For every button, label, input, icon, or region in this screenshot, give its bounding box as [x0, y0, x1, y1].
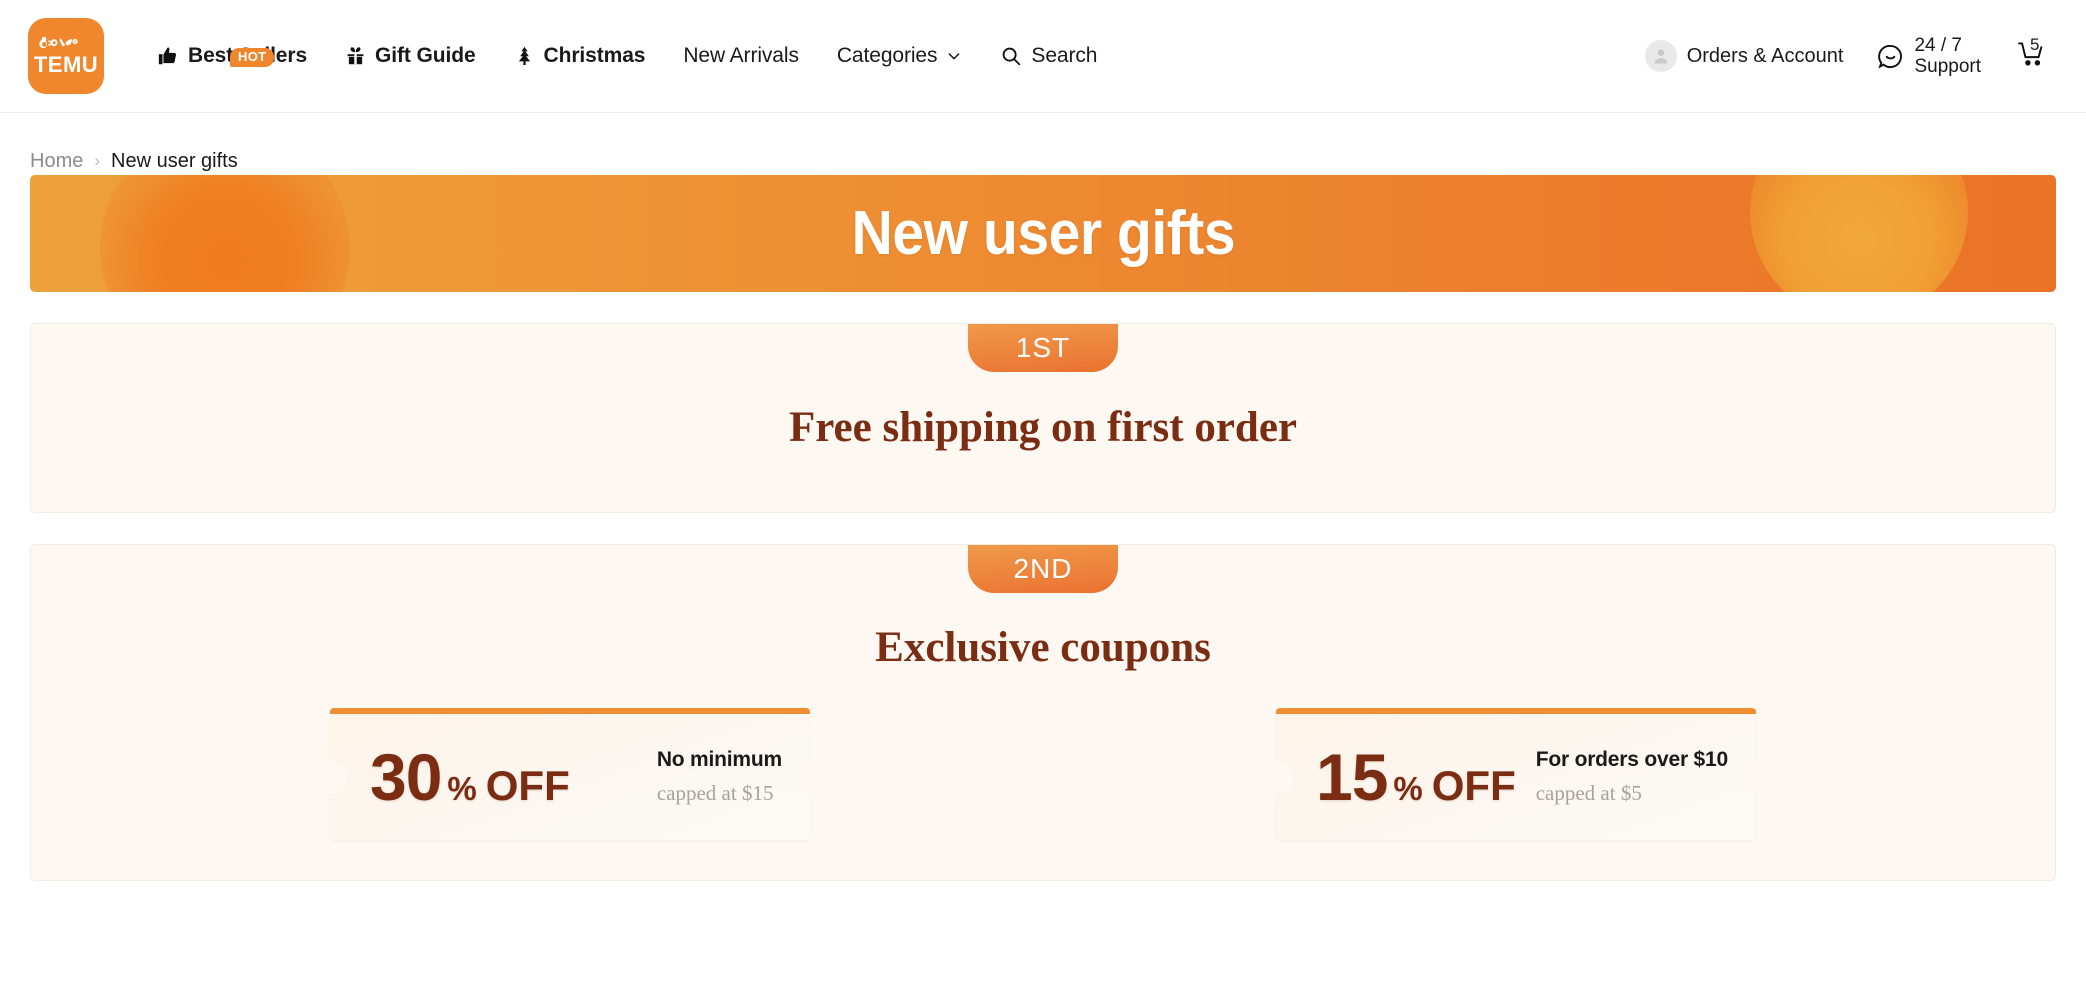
breadcrumb-separator-icon: › — [94, 151, 101, 170]
coupon-discount: 30 % OFF — [370, 744, 570, 810]
coupon-off-label: OFF — [485, 762, 570, 809]
coupon-card[interactable]: 30 % OFF No minimum capped at $15 — [329, 708, 811, 840]
header-right-actions: Orders & Account 24 / 7 Support 5 — [1644, 35, 2058, 78]
support-smiley-icon — [1877, 43, 1904, 70]
breadcrumb-current: New user gifts — [111, 149, 238, 172]
coupon-notch-right — [793, 760, 811, 794]
coupon-percent-symbol: % — [1393, 770, 1423, 807]
rank-badge-2nd: 2ND — [968, 545, 1118, 593]
search-icon — [1000, 45, 1022, 67]
nav-item-gift-guide[interactable]: Gift Guide — [326, 44, 495, 68]
nav-item-search[interactable]: Search — [981, 44, 1116, 68]
nav-label-search: Search — [1031, 44, 1098, 67]
nav-item-categories[interactable]: Categories — [818, 44, 982, 68]
coupon-cap: capped at $15 — [656, 781, 774, 805]
site-header: TEMU Best Sellers HOT — [0, 0, 2086, 113]
banner-decoration-right-circle — [1750, 175, 1968, 292]
thumbs-up-icon — [157, 45, 179, 67]
coupon-discount: 15 % OFF — [1316, 744, 1516, 810]
breadcrumb: Home › New user gifts — [0, 113, 2086, 175]
nav-item-christmas[interactable]: Christmas — [495, 44, 665, 68]
temu-logo[interactable]: TEMU — [28, 18, 104, 94]
support-button[interactable]: 24 / 7 Support — [1877, 35, 1981, 78]
coupon-cap: capped at $5 — [1535, 781, 1642, 805]
support-hours: 24 / 7 — [1914, 34, 1962, 56]
nav-label-new-arrivals: New Arrivals — [683, 44, 799, 67]
temu-logo-icon — [38, 36, 94, 53]
coupon-meta: For orders over $10 capped at $5 — [1536, 748, 1734, 806]
orders-account-button[interactable]: Orders & Account — [1644, 40, 1844, 72]
cart-button[interactable]: 5 — [2015, 35, 2048, 74]
banner-title: New user gifts — [851, 199, 1235, 268]
temu-logo-text: TEMU — [33, 52, 99, 77]
christmas-tree-icon — [514, 45, 535, 67]
nav-item-new-arrivals[interactable]: New Arrivals — [664, 44, 818, 68]
nav-label-categories: Categories — [836, 44, 938, 67]
support-label: Support — [1914, 56, 1981, 77]
coupon-meta: No minimum capped at $15 — [657, 748, 788, 806]
hot-badge: HOT — [230, 48, 275, 68]
nav-label-gift-guide: Gift Guide — [375, 44, 476, 67]
coupon-amount: 30 — [370, 740, 442, 814]
coupons-row: 30 % OFF No minimum capped at $15 15 % O… — [31, 708, 2055, 840]
coupon-notch-right — [1739, 760, 1757, 794]
nav-label-christmas: Christmas — [543, 44, 646, 67]
cart-count-badge: 5 — [2030, 35, 2040, 54]
coupon-card[interactable]: 15 % OFF For orders over $10 capped at $… — [1275, 708, 1757, 840]
coupon-condition: No minimum — [656, 748, 782, 771]
rank-badge-1st: 1ST — [968, 324, 1118, 372]
coupon-percent-symbol: % — [447, 770, 477, 807]
breadcrumb-home[interactable]: Home — [30, 150, 83, 173]
gift-section-first: 1ST Free shipping on first order — [30, 323, 2056, 513]
coupon-off-label: OFF — [1431, 762, 1516, 809]
coupon-amount: 15 — [1316, 740, 1388, 814]
page-content: New user gifts 1ST Free shipping on firs… — [0, 175, 2086, 881]
support-text: 24 / 7 Support — [1914, 35, 1981, 78]
gift-icon — [345, 45, 366, 67]
gift-section-second: 2ND Exclusive coupons 30 % OFF No minimu… — [30, 544, 2056, 881]
nav-item-best-sellers[interactable]: Best Sellers HOT — [138, 44, 326, 68]
coupon-notch-left — [1275, 760, 1293, 794]
main-nav: Best Sellers HOT Gift Guide — [138, 0, 1116, 112]
avatar — [1644, 40, 1677, 72]
coupon-notch-left — [329, 760, 347, 794]
coupon-condition: For orders over $10 — [1535, 748, 1728, 771]
promo-banner: New user gifts — [30, 175, 2056, 292]
banner-decoration-left-circle — [100, 175, 350, 292]
orders-account-label: Orders & Account — [1686, 44, 1844, 67]
chevron-down-icon — [946, 48, 962, 64]
